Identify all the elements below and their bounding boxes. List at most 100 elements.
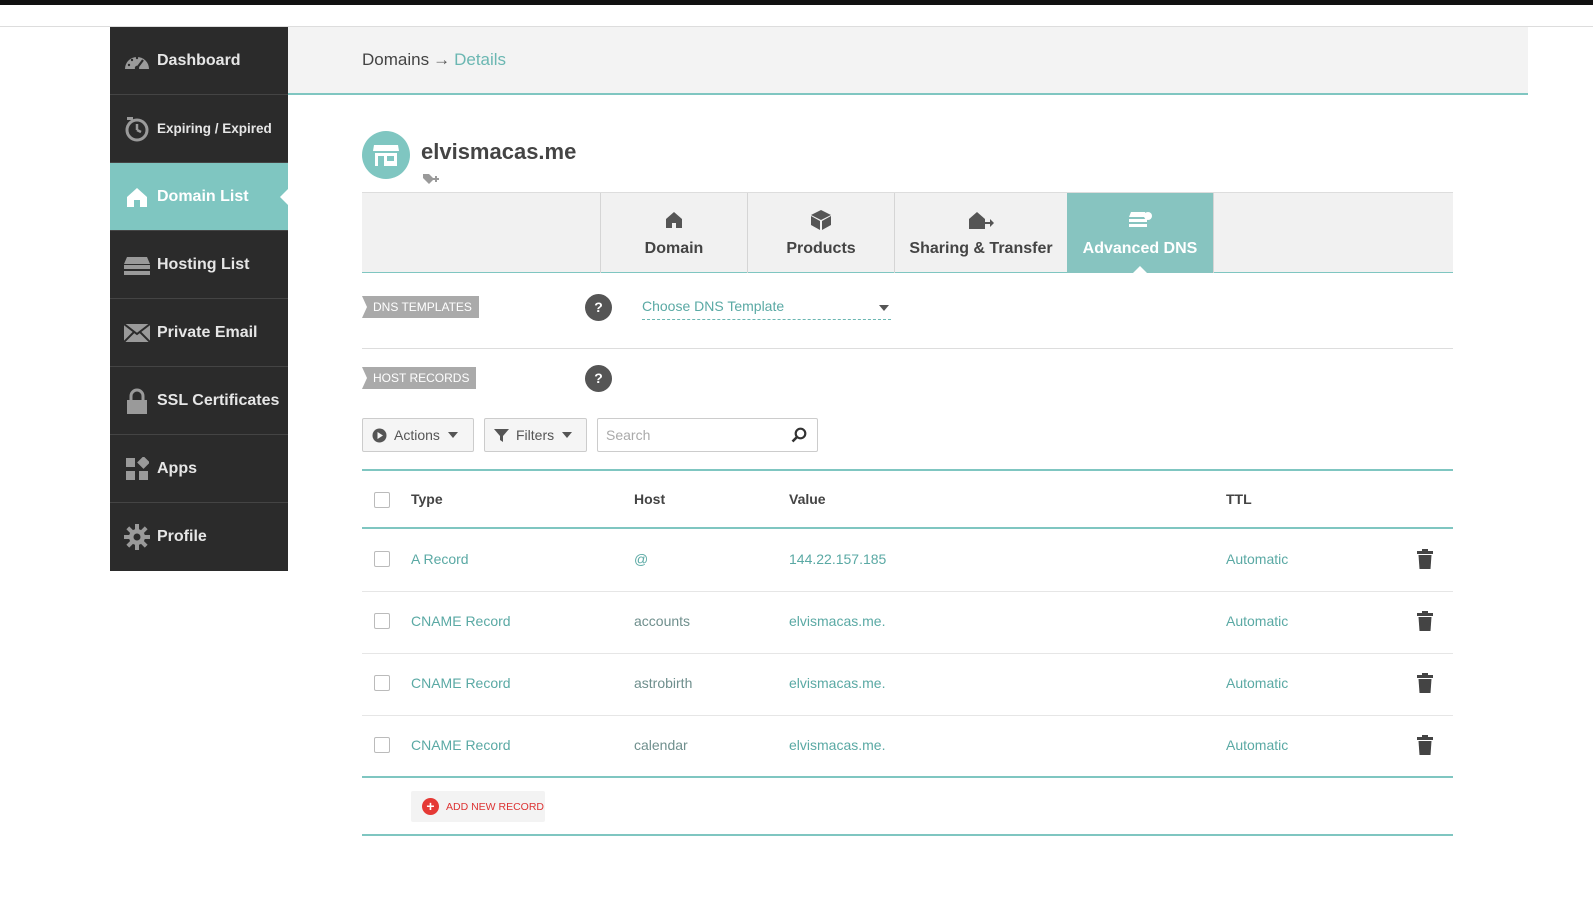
record-value[interactable]: elvismacas.me.	[789, 613, 885, 629]
record-value[interactable]: 144.22.157.185	[789, 551, 886, 567]
search-input[interactable]	[598, 419, 778, 451]
record-type[interactable]: CNAME Record	[411, 675, 511, 691]
record-host[interactable]: astrobirth	[634, 675, 692, 691]
breadcrumb-current: Details	[454, 50, 507, 69]
record-ttl[interactable]: Automatic	[1226, 613, 1288, 629]
page-title: elvismacas.me	[421, 139, 577, 164]
column-header-host[interactable]: Host	[634, 491, 665, 507]
tab-label: Products	[786, 240, 856, 257]
trash-icon[interactable]	[1417, 611, 1433, 636]
row-checkbox[interactable]	[374, 551, 390, 567]
search-icon[interactable]	[791, 427, 807, 448]
sidebar-item-label: Hosting List	[157, 255, 250, 273]
record-host[interactable]: calendar	[634, 737, 688, 753]
record-host[interactable]: accounts	[634, 613, 690, 629]
chevron-down-icon	[562, 432, 573, 438]
tab-label: Domain	[644, 240, 704, 257]
section-divider	[362, 348, 1453, 349]
trash-icon[interactable]	[1417, 735, 1433, 760]
sidebar-item-label: Apps	[157, 459, 197, 477]
plus-circle-icon: +	[422, 798, 439, 815]
row-checkbox[interactable]	[374, 613, 390, 629]
box-icon	[810, 208, 832, 232]
tab-label: Sharing & Transfer	[909, 240, 1053, 257]
play-circle-icon	[372, 428, 387, 443]
table-row[interactable]: A Record @ 144.22.157.185 Automatic	[362, 530, 1453, 592]
sidebar-item-apps[interactable]: Apps	[110, 435, 288, 503]
sidebar-item-label: Profile	[157, 528, 207, 545]
add-tag-icon[interactable]	[422, 172, 440, 191]
record-type[interactable]: CNAME Record	[411, 737, 511, 753]
clock-icon	[122, 116, 152, 142]
domain-tabs: Domain Products Sharing & Transfer Advan…	[362, 192, 1453, 273]
filters-label: Filters	[516, 427, 555, 443]
row-checkbox[interactable]	[374, 737, 390, 753]
row-checkbox[interactable]	[374, 675, 390, 691]
table-row[interactable]: CNAME Record calendar elvismacas.me. Aut…	[362, 716, 1453, 778]
tab-products[interactable]: Products	[747, 193, 894, 273]
dns-templates-label: DNS TEMPLATES	[362, 296, 479, 318]
host-records-help-button[interactable]: ?	[585, 365, 612, 392]
dns-template-select[interactable]: Choose DNS Template	[642, 298, 891, 320]
speedometer-icon	[122, 48, 152, 74]
filters-button[interactable]: Filters	[484, 418, 587, 452]
sidebar-item-hosting-list[interactable]: Hosting List	[110, 231, 288, 299]
sidebar-item-label: Private Email	[157, 323, 258, 341]
tab-sharing-transfer[interactable]: Sharing & Transfer	[894, 193, 1067, 273]
breadcrumb-root[interactable]: Domains	[362, 50, 429, 69]
record-ttl[interactable]: Automatic	[1226, 675, 1288, 691]
column-header-value[interactable]: Value	[789, 491, 826, 507]
record-ttl[interactable]: Automatic	[1226, 737, 1288, 753]
lock-icon	[122, 388, 152, 414]
sidebar-item-label: Domain List	[157, 187, 249, 205]
gear-icon	[122, 524, 152, 550]
table-row[interactable]: CNAME Record accounts elvismacas.me. Aut…	[362, 592, 1453, 654]
dns-template-select-value: Choose DNS Template	[642, 298, 785, 314]
actions-label: Actions	[394, 427, 440, 443]
actions-button[interactable]: Actions	[362, 418, 474, 452]
chevron-down-icon	[879, 305, 889, 311]
sidebar-item-label: Expiring / Expired	[157, 121, 272, 136]
record-value[interactable]: elvismacas.me.	[789, 675, 885, 691]
sidebar-item-domain-list[interactable]: Domain List	[110, 163, 289, 231]
record-host[interactable]: @	[634, 551, 648, 567]
breadcrumb: Domains → Details	[362, 50, 506, 70]
sidebar-item-label: SSL Certificates	[157, 391, 280, 409]
record-value[interactable]: elvismacas.me.	[789, 737, 885, 753]
footer-divider	[362, 834, 1453, 836]
trash-icon[interactable]	[1417, 549, 1433, 574]
record-type[interactable]: A Record	[411, 551, 469, 567]
tab-divider	[1213, 193, 1214, 273]
add-new-record-button[interactable]: + ADD NEW RECORD	[411, 791, 545, 822]
sidebar-item-dashboard[interactable]: Dashboard	[110, 27, 288, 95]
tab-domain[interactable]: Domain	[600, 193, 747, 273]
sidebar-item-profile[interactable]: Profile	[110, 503, 288, 571]
transfer-icon	[968, 208, 994, 232]
top-border	[0, 0, 1593, 5]
sidebar-item-expiring[interactable]: Expiring / Expired	[110, 95, 288, 163]
dns-icon	[1128, 208, 1152, 232]
trash-icon[interactable]	[1417, 673, 1433, 698]
sidebar-item-label: Dashboard	[157, 51, 241, 69]
sidebar-item-ssl-certificates[interactable]: SSL Certificates	[110, 367, 288, 435]
column-header-ttl[interactable]: TTL	[1226, 491, 1252, 507]
tab-label: Advanced DNS	[1082, 240, 1198, 257]
record-ttl[interactable]: Automatic	[1226, 551, 1288, 567]
envelope-icon	[122, 320, 152, 346]
breadcrumb-separator: →	[433, 50, 451, 69]
search-field	[597, 418, 818, 452]
table-header: Type Host Value TTL	[362, 471, 1453, 529]
home-icon	[665, 208, 683, 232]
server-icon	[122, 252, 152, 278]
column-header-type[interactable]: Type	[411, 491, 443, 507]
host-records-label: HOST RECORDS	[362, 367, 477, 389]
record-type[interactable]: CNAME Record	[411, 613, 511, 629]
sidebar-item-private-email[interactable]: Private Email	[110, 299, 288, 367]
filter-icon	[494, 428, 509, 443]
sidebar: Dashboard Expiring / Expired Domain List…	[110, 27, 289, 571]
dns-templates-help-button[interactable]: ?	[585, 294, 612, 321]
table-row[interactable]: CNAME Record astrobirth elvismacas.me. A…	[362, 654, 1453, 716]
tab-advanced-dns[interactable]: Advanced DNS	[1067, 193, 1213, 273]
select-all-checkbox[interactable]	[374, 492, 390, 508]
add-new-record-label: ADD NEW RECORD	[446, 800, 545, 813]
